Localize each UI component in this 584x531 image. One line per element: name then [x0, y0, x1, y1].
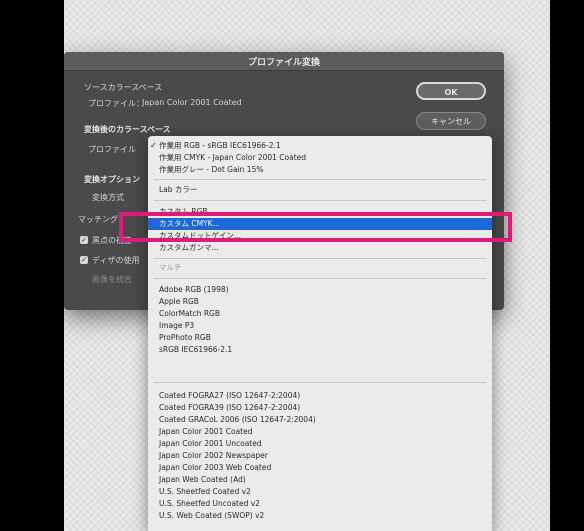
menu-item-cmyk-profile[interactable]: U.S. Sheetfed Coated v2: [148, 486, 492, 498]
source-profile-label: プロファイル：: [88, 99, 144, 108]
menu-separator: [154, 179, 486, 180]
menu-separator: [154, 278, 486, 279]
menu-item-rgb-profile[interactable]: Apple RGB: [148, 296, 492, 308]
flatten-label: 画像を統合: [92, 275, 132, 284]
menu-item-multichannel: マルチ: [159, 263, 182, 272]
menu-item-lab[interactable]: Lab カラー: [148, 184, 492, 196]
dialog-titlebar: プロファイル変換: [64, 52, 504, 71]
menu-item-working-rgb[interactable]: ✓ 作業用 RGB - sRGB IEC61966-2.1: [148, 140, 492, 152]
source-space-heading: ソースカラースペース: [84, 83, 163, 92]
menu-item-working-gray[interactable]: 作業用グレー - Dot Gain 15%: [148, 164, 492, 176]
menu-item-cmyk-profile[interactable]: U.S. Sheetfed Uncoated v2: [148, 498, 492, 510]
menu-item-cmyk-profile[interactable]: Japan Color 2002 Newspaper: [148, 450, 492, 462]
menu-item-cmyk-profile[interactable]: Japan Color 2001 Coated: [148, 426, 492, 438]
dialog-title: プロファイル変換: [247, 58, 320, 68]
menu-separator: [154, 200, 486, 201]
ok-button[interactable]: OK: [416, 82, 486, 100]
menu-item-rgb-profile[interactable]: ProPhoto RGB: [148, 332, 492, 344]
menu-separator: [154, 382, 486, 383]
conversion-options-label: 変換オプション: [84, 175, 140, 184]
menu-item-rgb-profile[interactable]: ColorMatch RGB: [148, 308, 492, 320]
checkmark-icon: ✓: [150, 141, 157, 150]
matching-label: マッチング: [78, 215, 118, 224]
menu-item-cmyk-profile[interactable]: Japan Color 2003 Web Coated: [148, 462, 492, 474]
menu-item-working-cmyk[interactable]: 作業用 CMYK - Japan Color 2001 Coated: [148, 152, 492, 164]
menu-item-cmyk-profile[interactable]: Coated FOGRA39 (ISO 12647-2:2004): [148, 402, 492, 414]
menu-item-rgb-profile[interactable]: Image P3: [148, 320, 492, 332]
engine-label: 変換方式: [92, 193, 124, 202]
menu-item-custom-gamma[interactable]: カスタムガンマ...: [148, 242, 492, 254]
menu-separator: [154, 258, 486, 259]
dest-profile-label: プロファイル: [88, 145, 136, 154]
menu-item-cmyk-profile[interactable]: Coated GRACoL 2006 (ISO 12647-2:2004): [148, 414, 492, 426]
annotation-highlight-box: [119, 212, 512, 242]
menu-item-rgb-profile[interactable]: Adobe RGB (1998): [148, 284, 492, 296]
source-profile-value: Japan Color 2001 Coated: [142, 98, 242, 107]
blackpoint-checkbox[interactable]: ✓: [80, 236, 88, 244]
menu-item-cmyk-profile[interactable]: Coated FOGRA27 (ISO 12647-2:2004): [148, 390, 492, 402]
menu-item-cmyk-profile[interactable]: U.S. Web Coated (SWOP) v2: [148, 510, 492, 522]
cancel-button[interactable]: キャンセル: [416, 112, 486, 130]
dest-space-heading: 変換後のカラースペース: [84, 125, 171, 134]
menu-item-cmyk-profile[interactable]: Japan Web Coated (Ad): [148, 474, 492, 486]
dither-label: ディザの使用: [92, 256, 140, 265]
menu-item-cmyk-profile[interactable]: Japan Color 2001 Uncoated: [148, 438, 492, 450]
profile-dropdown-menu[interactable]: ✓ 作業用 RGB - sRGB IEC61966-2.1 作業用 CMYK -…: [148, 136, 492, 531]
dither-checkbox[interactable]: ✓: [80, 256, 88, 264]
menu-item-rgb-profile[interactable]: sRGB IEC61966-2.1: [148, 344, 492, 356]
